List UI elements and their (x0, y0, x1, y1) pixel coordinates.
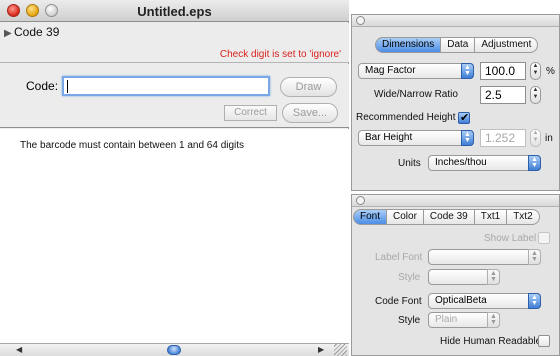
tab-adjustment[interactable]: Adjustment (475, 37, 539, 53)
text-caret (67, 80, 68, 93)
check-digit-warning: Check digit is set to 'ignore' (219, 49, 341, 60)
message-area: The barcode must contain between 1 and 6… (0, 129, 349, 343)
code-entry-area: Code: Draw Correct Save... (0, 64, 349, 128)
scroll-left-icon[interactable]: ◀ (16, 345, 22, 354)
font-panel: Font Color Code 39 Txt1 Txt2 Show Label … (351, 194, 560, 356)
select-arrows-icon: ▲ ▼ (487, 312, 500, 328)
code-font-select-value: OpticalBeta (435, 295, 487, 306)
tab-code-39[interactable]: Code 39 (423, 209, 475, 225)
mag-factor-stepper[interactable]: ▲ ▼ (530, 62, 541, 80)
scroll-thumb[interactable] (167, 345, 181, 355)
bar-height-field[interactable]: 1.252 (480, 129, 526, 147)
symbology-title: Code 39 (14, 25, 60, 39)
dimensions-tabs: Dimensions Data Adjustment (375, 37, 539, 53)
code-style-select[interactable]: Plain ▲ ▼ (428, 312, 500, 328)
select-arrows-icon: ▲ ▼ (461, 130, 474, 146)
units-label: Units (398, 158, 421, 169)
mag-factor-field[interactable]: 100.0 (480, 62, 526, 80)
draw-button[interactable]: Draw (280, 77, 337, 97)
font-tabs: Font Color Code 39 Txt1 Txt2 (353, 209, 540, 225)
mag-factor-unit: % (546, 66, 555, 77)
select-arrows-icon: ▲ ▼ (487, 269, 500, 285)
recommended-height-label: Recommended Height (356, 112, 456, 123)
bar-height-stepper[interactable]: ▲ ▼ (530, 129, 541, 147)
bar-height-select-value: Bar Height (365, 132, 413, 143)
code-label: Code: (26, 79, 59, 93)
select-arrows-icon: ▲ ▼ (528, 293, 541, 309)
label-font-select[interactable]: ▲ ▼ (428, 249, 541, 265)
units-select[interactable]: Inches/thou ▲ ▼ (428, 155, 541, 171)
correct-button[interactable]: Correct (224, 105, 277, 121)
panel-titlebar[interactable] (352, 15, 559, 27)
label-style-label: Style (398, 272, 421, 283)
mag-factor-select-value: Mag Factor (365, 65, 416, 76)
show-label-checkbox[interactable] (538, 232, 550, 244)
mag-factor-select[interactable]: Mag Factor ▲ ▼ (358, 63, 474, 79)
hide-human-readable-checkbox[interactable] (538, 335, 550, 347)
scroll-right-icon[interactable]: ▶ (318, 345, 324, 354)
select-arrows-icon: ▲ ▼ (528, 249, 541, 265)
panel-close-icon[interactable] (356, 16, 365, 25)
save-button[interactable]: Save... (282, 103, 338, 123)
document-window: Untitled.eps ▶ Code 39 Check digit is se… (0, 0, 349, 356)
code-font-select[interactable]: OpticalBeta ▲ ▼ (428, 293, 541, 309)
window-title: Untitled.eps (137, 4, 212, 19)
tab-txt1[interactable]: Txt1 (474, 209, 508, 225)
units-select-value: Inches/thou (435, 157, 487, 168)
ratio-stepper[interactable]: ▲ ▼ (530, 86, 541, 104)
disclosure-triangle-icon[interactable]: ▶ (4, 28, 12, 39)
hide-human-readable-label: Hide Human Readable (440, 336, 542, 347)
code-input[interactable] (62, 76, 270, 96)
window-titlebar[interactable]: Untitled.eps (0, 0, 349, 22)
panel-titlebar[interactable] (352, 195, 559, 207)
code-style-label: Style (398, 315, 421, 326)
ratio-label: Wide/Narrow Ratio (374, 89, 458, 100)
code-style-select-value: Plain (435, 314, 458, 325)
tab-color[interactable]: Color (387, 209, 424, 225)
tab-txt2[interactable]: Txt2 (507, 209, 540, 225)
resize-grip-icon[interactable] (334, 343, 347, 356)
recommended-height-checkbox[interactable] (458, 111, 470, 124)
dimensions-panel: Dimensions Data Adjustment Mag Factor ▲ ▼… (351, 14, 560, 191)
validation-message: The barcode must contain between 1 and 6… (20, 140, 245, 151)
select-arrows-icon: ▲ ▼ (461, 63, 474, 79)
tab-data[interactable]: Data (441, 37, 476, 53)
tab-dimensions[interactable]: Dimensions (375, 37, 442, 53)
ratio-field[interactable]: 2.5 (480, 86, 526, 104)
horizontal-scrollbar[interactable]: ◀ ▶ (0, 343, 349, 356)
panel-close-icon[interactable] (356, 196, 365, 205)
show-label-label: Show Label (484, 233, 537, 244)
bar-height-unit: in (545, 133, 553, 144)
select-arrows-icon: ▲ ▼ (528, 155, 541, 171)
label-font-label: Label Font (375, 252, 423, 263)
code-font-label: Code Font (375, 296, 422, 307)
bar-height-select[interactable]: Bar Height ▲ ▼ (358, 130, 474, 146)
tab-font[interactable]: Font (353, 209, 388, 225)
label-style-select[interactable]: ▲ ▼ (428, 269, 500, 285)
symbology-section: ▶ Code 39 Check digit is set to 'ignore' (0, 23, 349, 63)
